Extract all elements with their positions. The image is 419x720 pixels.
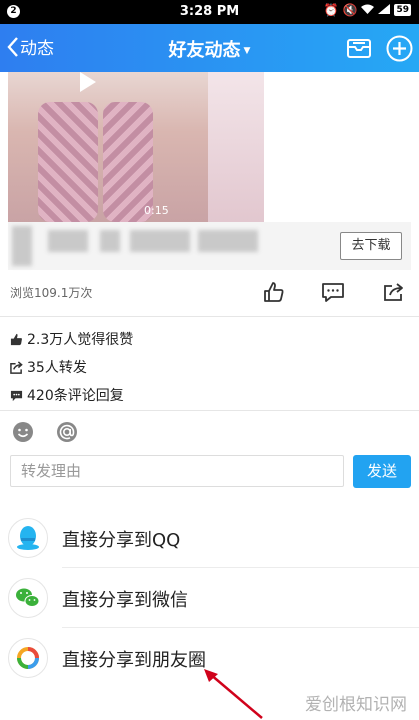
play-icon[interactable]	[80, 72, 96, 92]
status-icons: ⏰ 🔇 59	[324, 3, 411, 17]
envelope-icon	[347, 39, 371, 58]
share-arrow-icon	[384, 283, 403, 301]
share-to-qq-option[interactable]: 直接分享到QQ	[0, 508, 419, 568]
view-count: 浏览109.1万次	[10, 286, 93, 300]
video-duration: 0:15	[144, 204, 169, 217]
thumbs-up-icon	[264, 282, 284, 302]
shares-text: 35人转发	[27, 360, 87, 376]
comment-icon	[10, 390, 23, 401]
mention-button[interactable]	[56, 421, 78, 443]
forward-button[interactable]	[382, 280, 406, 304]
alarm-icon: ⏰	[323, 3, 339, 17]
blurred-block	[198, 230, 258, 252]
blurred-block	[130, 230, 190, 252]
comment-icon	[322, 283, 344, 302]
watermark-text: 爱创根知识网	[305, 695, 407, 715]
mute-icon: 🔇	[342, 3, 358, 17]
add-button[interactable]	[386, 35, 413, 62]
divider	[0, 410, 419, 411]
emoji-icon	[13, 422, 33, 442]
thumbnail-figure	[38, 102, 98, 222]
share-option-label: 直接分享到QQ	[62, 530, 181, 551]
share-arrow-icon	[10, 360, 23, 374]
comments-stat[interactable]: 420条评论回复	[10, 385, 124, 405]
qq-icon	[8, 518, 48, 558]
thumbs-up-icon	[10, 333, 22, 345]
likes-stat[interactable]: 2.3万人觉得很赞	[10, 329, 133, 349]
wechat-icon	[8, 578, 48, 618]
share-option-label: 直接分享到朋友圈	[62, 650, 206, 671]
signal-icon	[378, 3, 391, 17]
wifi-icon	[361, 3, 375, 17]
share-option-label: 直接分享到微信	[62, 590, 188, 611]
moments-icon	[8, 638, 48, 678]
comments-text: 420条评论回复	[27, 388, 124, 404]
blurred-block	[12, 226, 32, 266]
video-thumbnail[interactable]: 0:15	[8, 72, 208, 222]
shares-stat[interactable]: 35人转发	[10, 357, 87, 377]
annotation-arrow	[204, 669, 263, 719]
battery-indicator: 59	[394, 4, 411, 16]
blurred-block	[100, 230, 120, 252]
mailbox-button[interactable]	[346, 36, 372, 60]
divider	[0, 316, 419, 317]
app-header: 动态 好友动态 ▼	[0, 24, 419, 72]
send-button[interactable]: 发送	[353, 455, 411, 488]
page-title-text: 好友动态	[168, 40, 241, 61]
likes-text: 2.3万人觉得很赞	[27, 332, 134, 348]
like-button[interactable]	[262, 280, 286, 304]
blurred-block	[48, 230, 88, 252]
status-bar: 2 3:28 PM ⏰ 🔇 59	[0, 0, 419, 24]
share-to-wechat-option[interactable]: 直接分享到微信	[0, 568, 419, 628]
download-button[interactable]: 去下载	[340, 232, 402, 260]
caret-down-icon: ▼	[243, 46, 251, 56]
at-sign-icon	[57, 422, 77, 442]
comment-button[interactable]	[321, 280, 345, 304]
plus-circle-icon	[386, 35, 413, 62]
emoji-button[interactable]	[12, 421, 34, 443]
forward-reason-input[interactable]: 转发理由	[10, 455, 344, 487]
